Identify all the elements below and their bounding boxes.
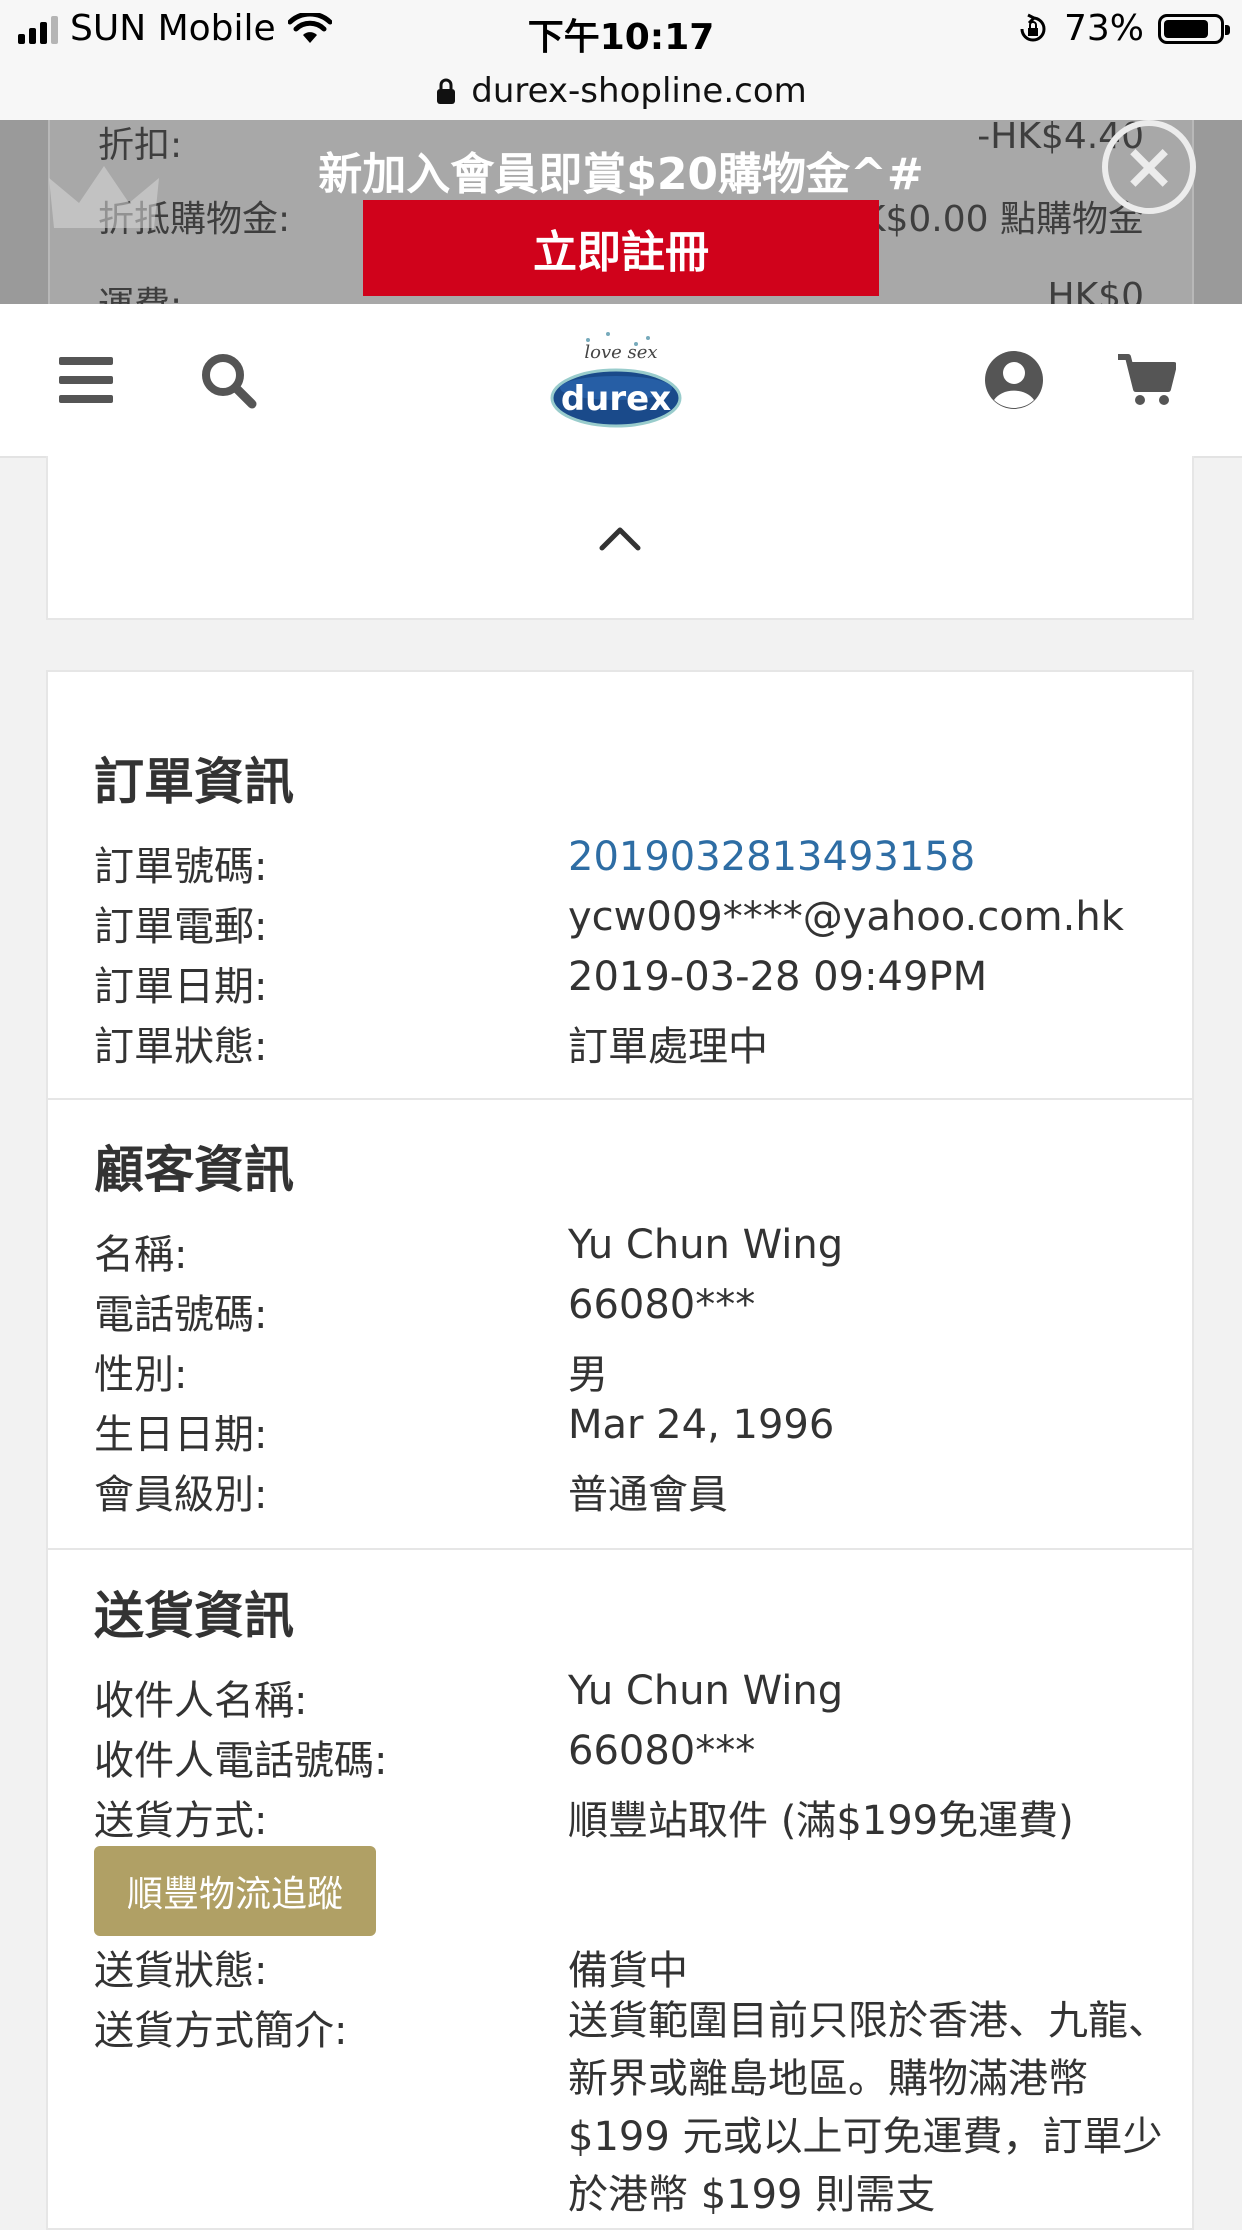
delivery-method-label: 送貨方式:	[94, 1798, 268, 1844]
customer-info-title: 顧客資訊	[94, 1141, 294, 1199]
delivery-status-label: 送貨狀態:	[94, 1948, 268, 1994]
customer-name-row: 名稱: Yu Chun Wing	[94, 1222, 1172, 1280]
delivery-info-title: 送貨資訊	[94, 1587, 294, 1645]
url-text: durex-shopline.com	[471, 71, 807, 111]
summary-label: 運費:	[98, 276, 182, 304]
durex-logo[interactable]: love sex durex	[548, 328, 694, 436]
recipient-phone-value: 66080***	[568, 1728, 756, 1774]
recipient-name-value: Yu Chun Wing	[568, 1668, 844, 1714]
section-divider	[48, 1098, 1192, 1100]
delivery-description-value: 送貨範圍目前只限於香港、九龍、新界或離島地區。購物滿港幣 $199 元或以上可免…	[568, 1998, 1168, 2218]
delivery-status-value: 備貨中	[568, 1948, 688, 1994]
customer-name-value: Yu Chun Wing	[568, 1222, 844, 1268]
close-icon[interactable]: ×	[1102, 120, 1196, 214]
order-number-link[interactable]: 2019032813493158	[568, 834, 975, 880]
order-email-value: ycw009****@yahoo.com.hk	[568, 894, 1124, 940]
summary-value: HK$0	[1047, 276, 1145, 304]
order-status-row: 訂單狀態: 訂單處理中	[94, 1014, 1172, 1072]
recipient-phone-label: 收件人電話號碼:	[94, 1738, 388, 1784]
order-date-row: 訂單日期: 2019-03-28 09:49PM	[94, 954, 1172, 1012]
customer-gender-value: 男	[568, 1352, 608, 1398]
order-status-label: 訂單狀態:	[94, 1024, 268, 1070]
logo-wordmark: durex	[561, 379, 671, 419]
order-number-label: 訂單號碼:	[94, 844, 268, 890]
delivery-status-row: 送貨狀態: 備貨中	[94, 1938, 1172, 1996]
customer-gender-row: 性別: 男	[94, 1342, 1172, 1400]
customer-gender-label: 性別:	[94, 1352, 188, 1398]
recipient-name-row: 收件人名稱: Yu Chun Wing	[94, 1668, 1172, 1726]
chevron-up-icon[interactable]	[598, 524, 642, 552]
section-divider	[48, 1548, 1192, 1550]
membership-level-label: 會員級別:	[94, 1472, 268, 1518]
customer-phone-row: 電話號碼: 66080***	[94, 1282, 1172, 1340]
delivery-description-label: 送貨方式簡介:	[94, 2008, 348, 2054]
customer-birthday-value: Mar 24, 1996	[568, 1402, 835, 1448]
order-date-label: 訂單日期:	[94, 964, 268, 1010]
customer-birthday-label: 生日日期:	[94, 1412, 268, 1458]
recipient-name-label: 收件人名稱:	[94, 1678, 308, 1724]
order-number-row: 訂單號碼: 2019032813493158	[94, 834, 1172, 892]
delivery-method-value: 順豐站取件 (滿$199免運費)	[568, 1798, 1074, 1844]
order-details-card: 訂單資訊 訂單號碼: 2019032813493158 訂單電郵: ycw009…	[46, 670, 1194, 2230]
customer-phone-label: 電話號碼:	[94, 1292, 268, 1338]
order-email-row: 訂單電郵: ycw009****@yahoo.com.hk	[94, 894, 1172, 952]
delivery-method-row: 送貨方式: 順豐站取件 (滿$199免運費)	[94, 1788, 1172, 1846]
sf-tracking-button[interactable]: 順豐物流追蹤	[94, 1846, 376, 1936]
register-now-button[interactable]: 立即註冊	[363, 200, 879, 296]
logo-tagline: love sex	[584, 342, 657, 363]
rotation-lock-icon	[1020, 13, 1046, 41]
promo-banner: 折扣: -HK$4.40 折抵購物金: HK$0.00 點購物金 運費: HK$…	[0, 120, 1242, 304]
address-bar[interactable]: durex-shopline.com	[0, 62, 1242, 120]
menu-icon[interactable]	[54, 348, 118, 412]
lock-icon	[437, 78, 456, 104]
membership-level-value: 普通會員	[568, 1472, 728, 1518]
order-status-value: 訂單處理中	[568, 1024, 768, 1070]
battery-percent: 73%	[1063, 8, 1144, 49]
promo-title: 新加入會員即賞$20購物金^#	[318, 149, 924, 200]
membership-level-row: 會員級別: 普通會員	[94, 1462, 1172, 1520]
order-info-title: 訂單資訊	[94, 753, 294, 811]
site-header: love sex durex	[0, 304, 1242, 458]
customer-birthday-row: 生日日期: Mar 24, 1996	[94, 1402, 1172, 1460]
customer-name-label: 名稱:	[94, 1232, 188, 1278]
order-email-label: 訂單電郵:	[94, 904, 268, 950]
customer-phone-value: 66080***	[568, 1282, 756, 1328]
search-icon[interactable]	[196, 348, 260, 412]
collapse-panel	[46, 456, 1194, 620]
recipient-phone-row: 收件人電話號碼: 66080***	[94, 1728, 1172, 1786]
order-date-value: 2019-03-28 09:49PM	[568, 954, 988, 1000]
status-bar: SUN Mobile 下午10:17 73%	[0, 0, 1242, 62]
cart-icon[interactable]	[1114, 348, 1178, 412]
account-icon[interactable]	[982, 348, 1046, 412]
status-right: 73%	[1016, 8, 1230, 49]
battery-icon	[1158, 13, 1230, 44]
